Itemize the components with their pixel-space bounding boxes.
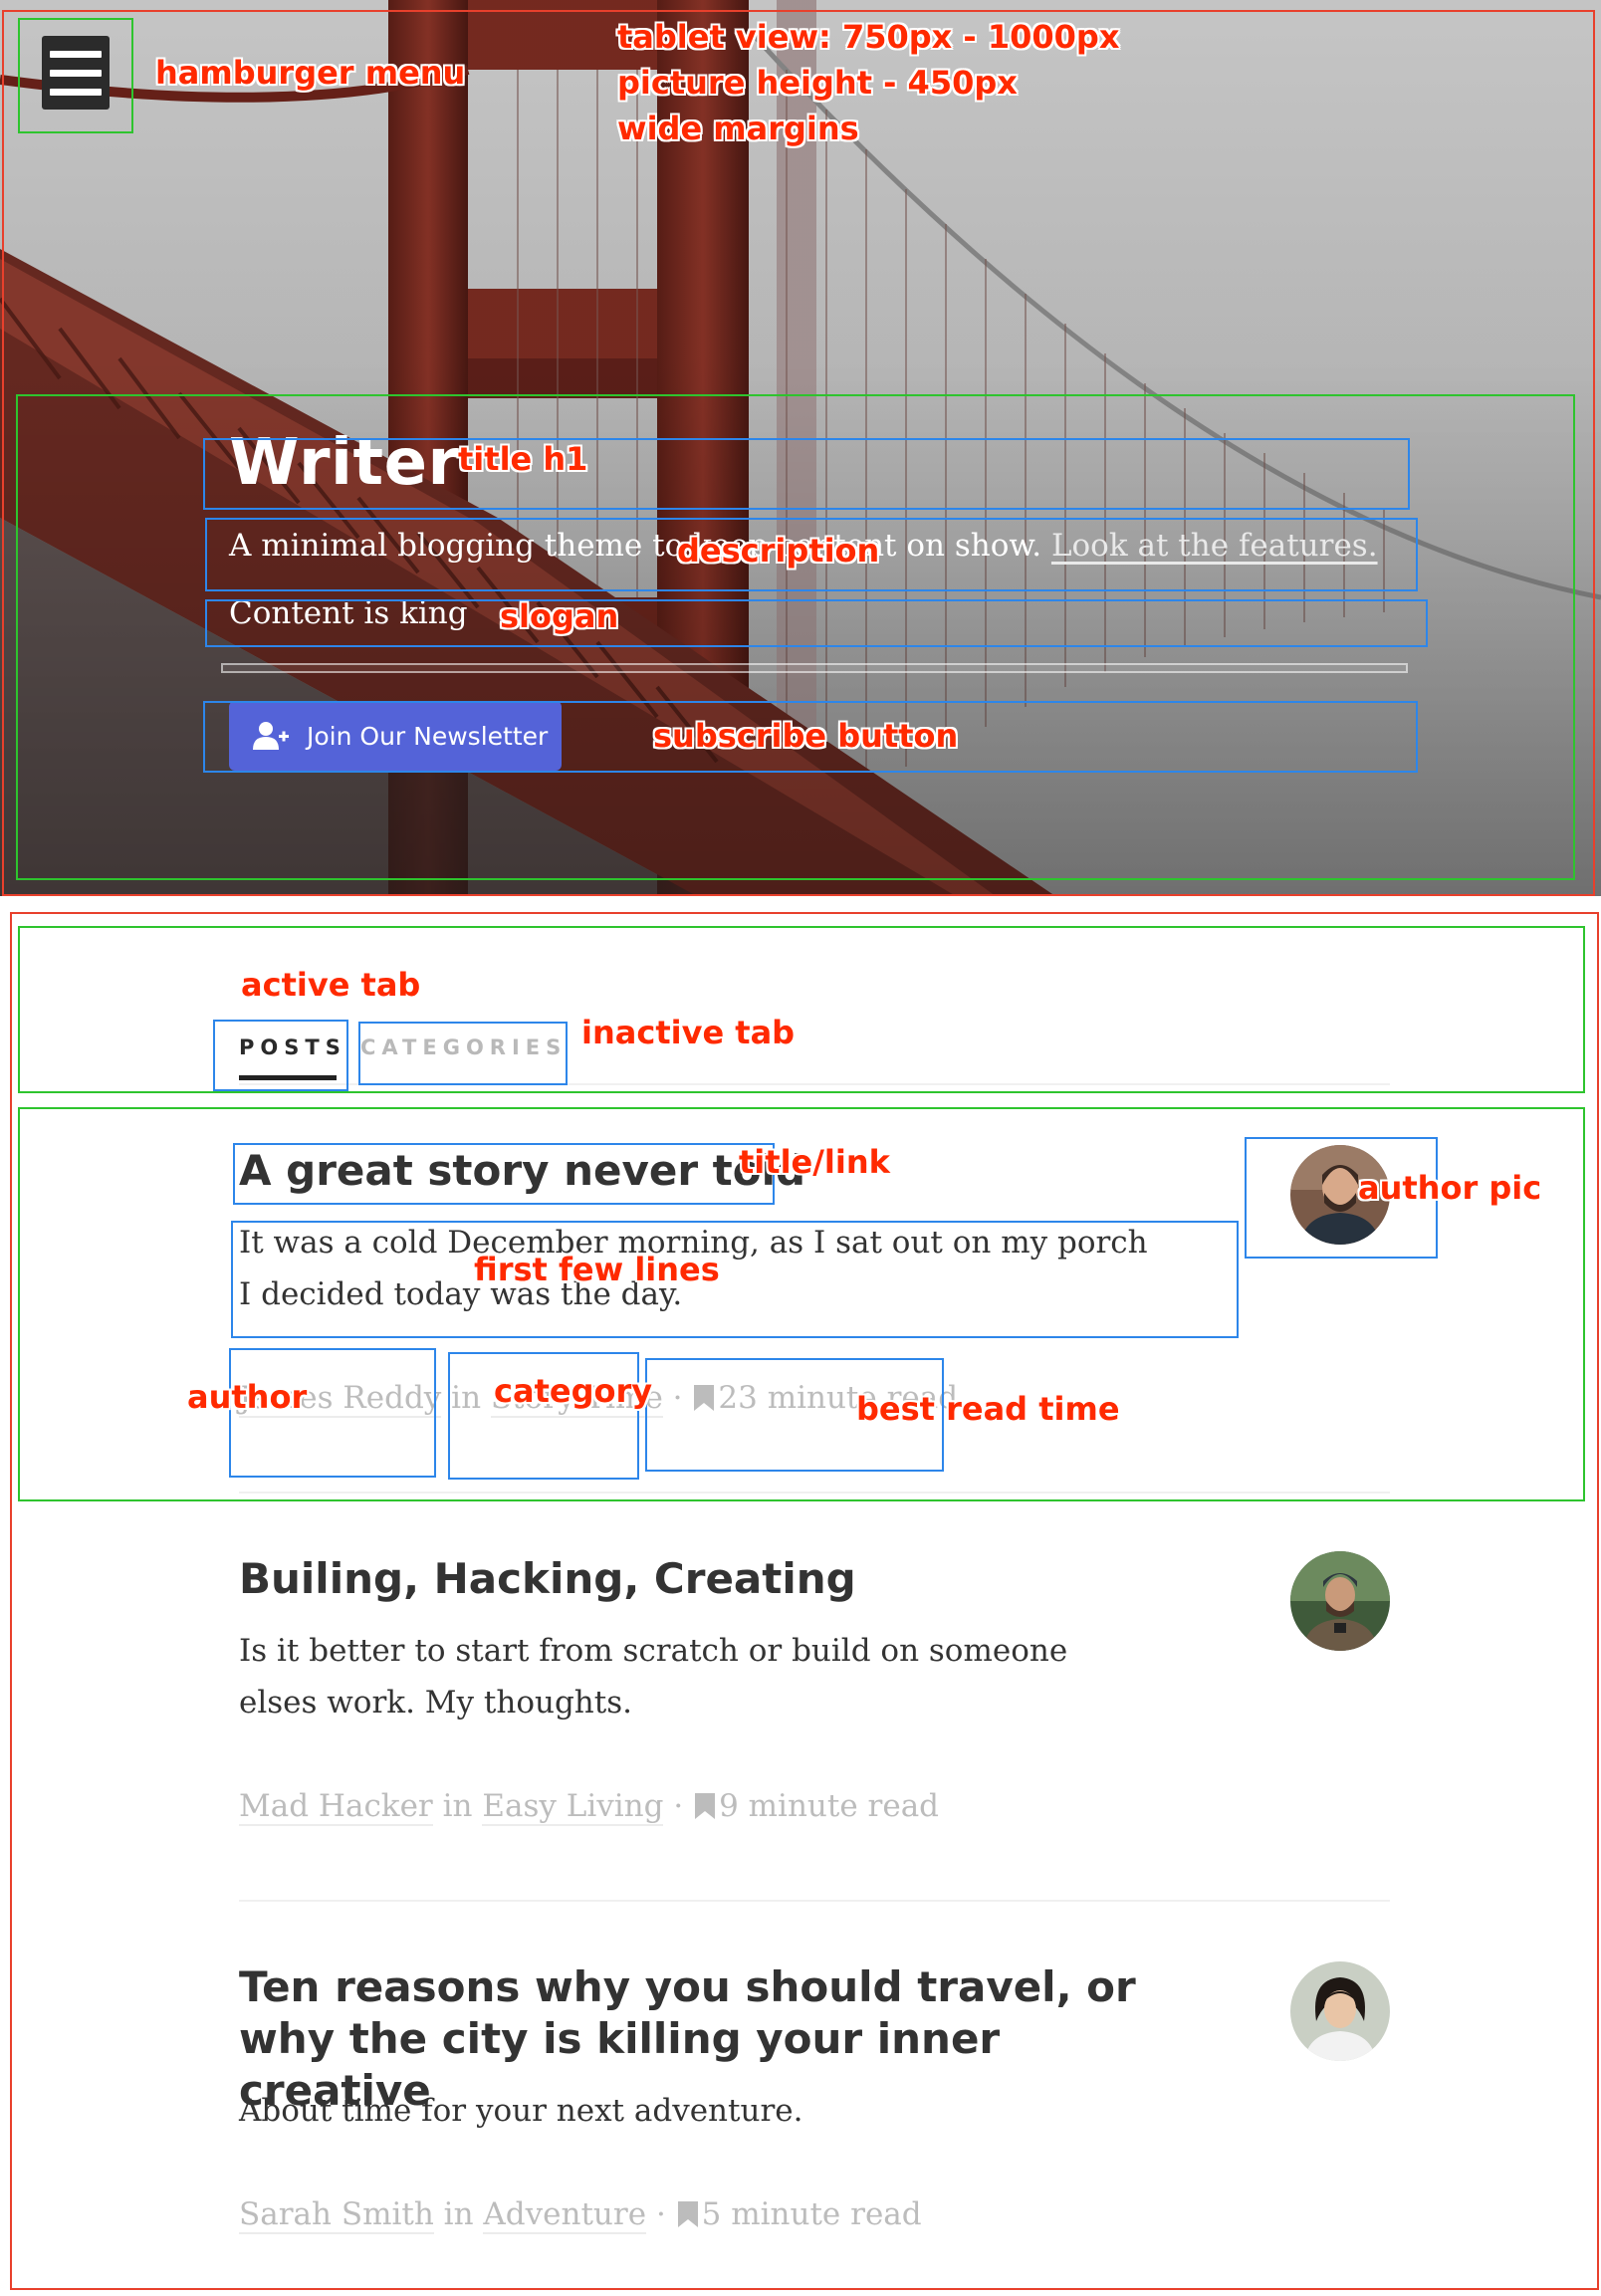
annotation-box-tabs [18, 926, 1585, 1093]
post-excerpt: About time for your next adventure. [239, 2093, 803, 2129]
tab-categories[interactable]: CATEGORIES [360, 1035, 567, 1059]
annotation-active-tab-label: active tab [241, 966, 421, 1004]
meta-separator: · [673, 1788, 684, 1824]
features-link[interactable]: Look at the features. [1051, 528, 1378, 564]
meta-separator: · [672, 1380, 683, 1416]
annotation-read-time-label: best read time [856, 1390, 1120, 1428]
site-slogan: Content is king [229, 595, 468, 631]
annotation-tablet-line2: picture height - 450px [617, 64, 1018, 102]
annotation-author-pic-label: author pic [1358, 1169, 1542, 1207]
hamburger-menu-icon[interactable] [42, 36, 110, 110]
post-divider [239, 1492, 1390, 1493]
annotation-author-label: author [187, 1378, 308, 1416]
post-in-word: in [443, 2196, 474, 2232]
subscribe-label: Join Our Newsletter [307, 721, 549, 751]
post-category-link[interactable]: Adventure [483, 2196, 647, 2234]
bookmark-icon [694, 1385, 715, 1411]
post-divider [239, 1900, 1390, 1902]
annotation-category-label: category [494, 1372, 653, 1410]
user-plus-icon [253, 722, 289, 750]
post-in-word: in [442, 1788, 473, 1824]
post-title-link[interactable]: A great story never told [239, 1145, 805, 1197]
annotation-title-h1-label: title h1 [458, 440, 588, 478]
bookmark-icon [677, 2201, 698, 2227]
subscribe-button[interactable]: Join Our Newsletter [229, 701, 562, 771]
hero-divider [221, 663, 1408, 673]
annotation-tablet-line1: tablet view: 750px - 1000px [617, 18, 1120, 56]
author-avatar[interactable] [1290, 1961, 1390, 2061]
annotation-tablet-line3: wide margins [617, 110, 859, 147]
post-read-time: 9 minute read [719, 1788, 940, 1824]
post-in-word: in [451, 1380, 482, 1416]
post-author-link[interactable]: Sarah Smith [239, 2196, 434, 2234]
author-avatar[interactable] [1290, 1551, 1390, 1651]
bookmark-icon [695, 1793, 716, 1819]
post-meta: Mad Hacker in Easy Living · 9 minute rea… [239, 1788, 940, 1826]
post-title-link[interactable]: Builing, Hacking, Creating [239, 1553, 856, 1605]
annotation-subscribe-label: subscribe button [653, 717, 959, 755]
annotation-slogan-label: slogan [500, 597, 619, 635]
post-meta: Sarah Smith in Adventure · 5 minute read [239, 2196, 922, 2234]
active-tab-underline [239, 1075, 337, 1080]
tab-posts[interactable]: POSTS [239, 1035, 346, 1059]
site-title: Writer [229, 426, 460, 500]
tabs-divider [239, 1083, 1390, 1085]
post-category-link[interactable]: Easy Living [482, 1788, 664, 1826]
annotation-description-label: description [677, 532, 880, 570]
meta-separator: · [655, 2196, 666, 2232]
description-text: A minimal blogging theme to keep content… [229, 528, 1051, 564]
annotation-title-link-label: title/link [739, 1143, 890, 1181]
post-author-link[interactable]: Mad Hacker [239, 1788, 433, 1826]
annotation-inactive-tab-label: inactive tab [581, 1014, 796, 1051]
post-read-time: 5 minute read [701, 2196, 922, 2232]
annotation-first-lines-label: first few lines [474, 1251, 720, 1288]
annotation-hamburger-label: hamburger menu [155, 54, 466, 92]
post-excerpt: Is it better to start from scratch or bu… [239, 1633, 1068, 1721]
